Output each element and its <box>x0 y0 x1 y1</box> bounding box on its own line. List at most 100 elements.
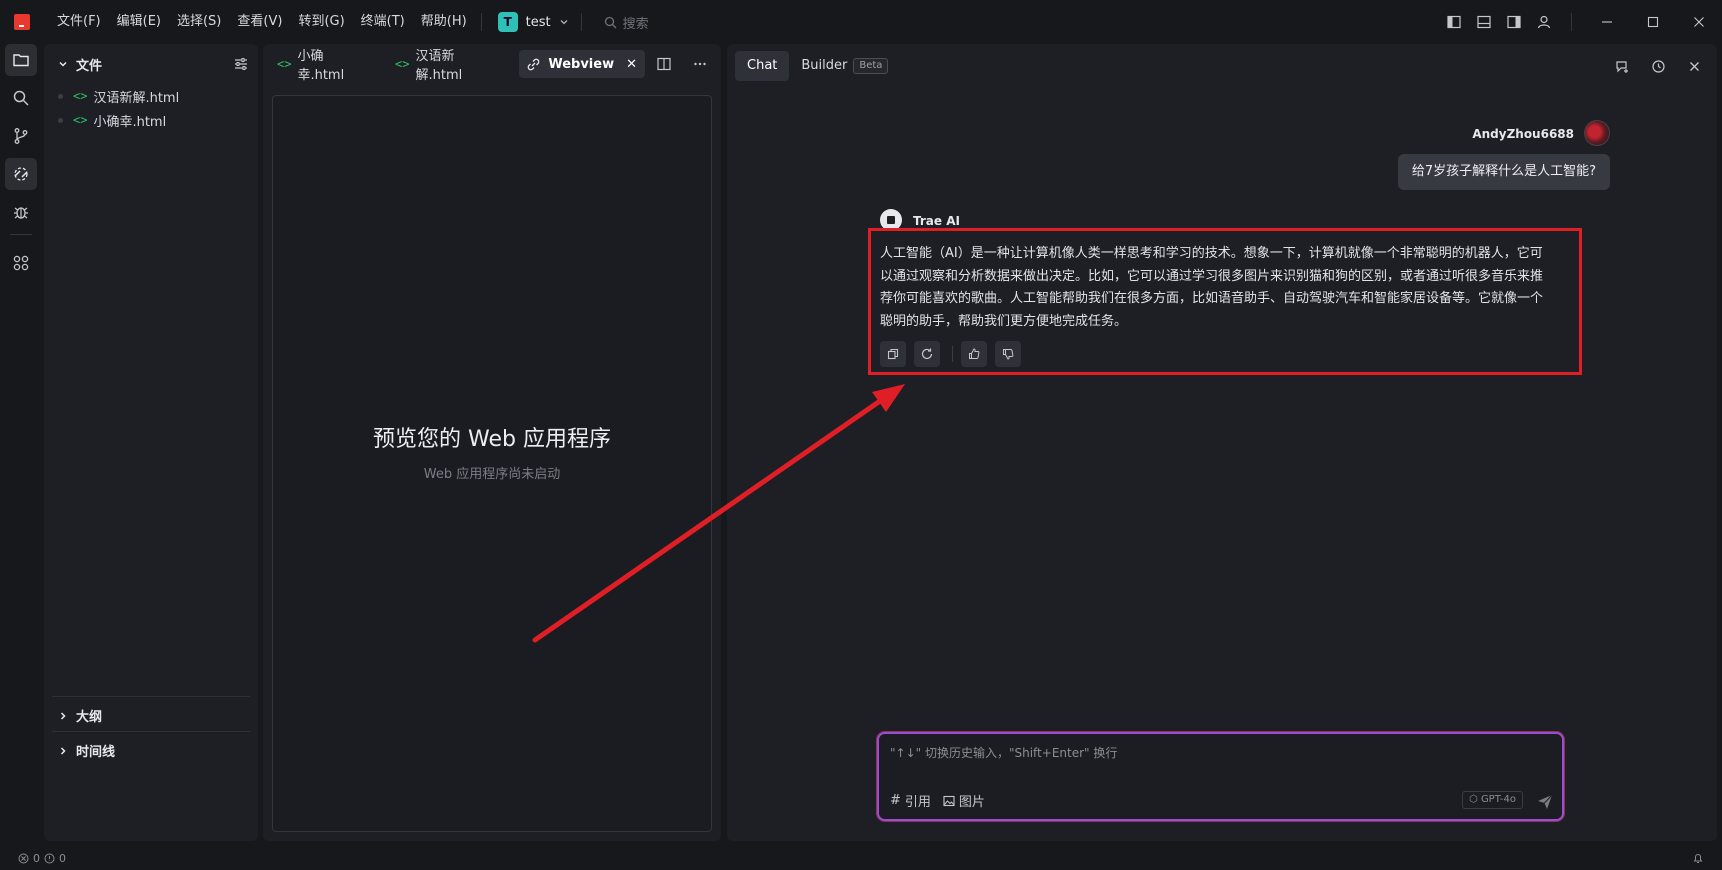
explorer-header[interactable]: 文件 <box>44 44 258 84</box>
tab-webview[interactable]: Webview ✕ <box>519 50 645 78</box>
tab-builder[interactable]: Builder Beta <box>789 51 900 81</box>
file-item[interactable]: <> 汉语新解.html <box>44 84 258 108</box>
menu-goto[interactable]: 转到(G) <box>290 8 352 36</box>
tab-xiaoquexing[interactable]: <> 小确幸.html <box>269 49 373 83</box>
chat-panel: Chat Builder Beta AndyZhou6688 给7岁孩子解释什么是… <box>727 44 1717 841</box>
explorer-title: 文件 <box>76 58 103 74</box>
toggle-secondary-sidebar-icon[interactable] <box>1499 7 1529 37</box>
notifications-icon[interactable] <box>1692 852 1704 864</box>
reference-button[interactable]: # 引用 <box>890 791 931 810</box>
menu-view[interactable]: 查看(V) <box>229 8 290 36</box>
editor-actions <box>649 49 715 79</box>
history-icon[interactable] <box>1643 51 1673 81</box>
source-control-icon[interactable] <box>5 120 37 152</box>
editor-tab-bar: <> 小确幸.html <> 汉语新解.html Webview ✕ <box>263 44 721 84</box>
account-icon[interactable] <box>1529 7 1559 37</box>
divider <box>1571 13 1572 31</box>
extensions-icon[interactable] <box>5 247 37 279</box>
beta-badge: Beta <box>853 58 889 74</box>
toggle-panel-icon[interactable] <box>1469 7 1499 37</box>
filter-settings-icon[interactable] <box>234 57 248 71</box>
chat-input-footer: # 引用 图片 <box>890 791 985 810</box>
link-icon <box>527 58 540 71</box>
status-bar: 0 0 <box>0 846 1722 870</box>
new-chat-icon[interactable] <box>1607 51 1637 81</box>
search-icon[interactable] <box>5 82 37 114</box>
menu-terminal[interactable]: 终端(T) <box>353 8 413 36</box>
problems-indicator[interactable]: 0 0 <box>18 852 66 865</box>
chevron-down-icon <box>559 17 569 27</box>
close-tab-icon[interactable]: ✕ <box>626 57 637 72</box>
activity-bar <box>0 44 42 846</box>
image-button[interactable]: 图片 <box>943 791 985 810</box>
outline-section[interactable]: 大纲 <box>52 696 250 734</box>
file-name: 汉语新解.html <box>93 90 180 106</box>
webview-subtitle: Web 应用程序尚未启动 <box>423 467 561 482</box>
chevron-right-icon <box>58 746 68 756</box>
app-logo-icon <box>14 14 30 30</box>
html-file-icon: <> <box>73 113 88 127</box>
minimize-icon[interactable] <box>1584 0 1630 44</box>
menu-selection[interactable]: 选择(S) <box>169 8 229 36</box>
menu-help[interactable]: 帮助(H) <box>413 8 475 36</box>
send-icon[interactable] <box>1536 793 1554 811</box>
indent-dot <box>58 93 63 99</box>
timeline-label: 时间线 <box>76 745 116 760</box>
divider <box>580 13 582 31</box>
menu-bar: 文件(F) 编辑(E) 选择(S) 查看(V) 转到(G) 终端(T) 帮助(H… <box>49 8 475 36</box>
warning-icon <box>44 853 55 864</box>
builder-label: Builder <box>801 58 848 73</box>
chevron-right-icon <box>58 711 68 721</box>
file-item[interactable]: <> 小确幸.html <box>44 108 258 132</box>
divider <box>480 13 482 31</box>
close-window-icon[interactable] <box>1676 0 1722 44</box>
webview-title: 预览您的 Web 应用程序 <box>373 427 611 452</box>
html-file-icon: <> <box>73 89 88 103</box>
close-panel-icon[interactable] <box>1679 51 1709 81</box>
html-file-icon: <> <box>277 57 292 71</box>
image-label: 图片 <box>958 795 985 810</box>
model-icon: ⬡ <box>1469 794 1481 805</box>
model-selector[interactable]: ⬡ GPT-4o <box>1462 791 1523 809</box>
menu-edit[interactable]: 编辑(E) <box>109 8 169 36</box>
webview-preview: 预览您的 Web 应用程序 Web 应用程序尚未启动 <box>272 95 712 832</box>
maximize-icon[interactable] <box>1630 0 1676 44</box>
chevron-down-icon <box>58 59 68 69</box>
ai-name: Trae AI <box>913 214 960 228</box>
hash-icon: # <box>890 793 901 808</box>
model-name: GPT-4o <box>1480 794 1516 805</box>
title-bar: 文件(F) 编辑(E) 选择(S) 查看(V) 转到(G) 终端(T) 帮助(H… <box>0 0 1722 44</box>
tab-label: 汉语新解.html <box>415 49 463 83</box>
debug-icon[interactable] <box>5 196 37 228</box>
file-name: 小确幸.html <box>93 114 167 130</box>
title-actions <box>1439 0 1722 44</box>
error-count: 0 <box>33 851 40 865</box>
project-switcher[interactable]: T test <box>492 12 575 32</box>
search-icon <box>604 16 617 29</box>
warning-count: 0 <box>59 851 66 865</box>
avatar <box>1584 120 1610 146</box>
user-name: AndyZhou6688 <box>1472 127 1574 141</box>
split-editor-icon[interactable] <box>649 49 679 79</box>
chat-input-placeholder: "↑↓" 切换历史输入，"Shift+Enter" 换行 <box>890 746 1118 760</box>
more-actions-icon[interactable] <box>685 49 715 79</box>
chat-actions <box>1607 51 1709 81</box>
reference-label: 引用 <box>904 795 931 810</box>
tab-chat[interactable]: Chat <box>735 51 790 81</box>
tab-label: Webview <box>548 56 615 72</box>
user-message: 给7岁孩子解释什么是人工智能? <box>1397 154 1610 190</box>
timeline-section[interactable]: 时间线 <box>52 731 250 769</box>
remote-explorer-icon[interactable] <box>5 158 37 190</box>
toggle-primary-sidebar-icon[interactable] <box>1439 7 1469 37</box>
chat-input[interactable]: "↑↓" 切换历史输入，"Shift+Enter" 换行 # 引用 图片 ⬡ G… <box>878 733 1563 820</box>
project-avatar: T <box>497 12 518 32</box>
explorer-icon[interactable] <box>5 44 37 76</box>
error-icon <box>18 853 29 864</box>
search-input[interactable]: 搜索 <box>604 13 649 32</box>
search-placeholder: 搜索 <box>622 16 649 32</box>
menu-file[interactable]: 文件(F) <box>49 8 109 36</box>
tab-hanyu[interactable]: <> 汉语新解.html <box>387 49 503 83</box>
indent-dot <box>58 117 63 123</box>
chat-tab-bar: Chat Builder Beta <box>727 46 1717 86</box>
annotation-highlight-box <box>868 228 1582 375</box>
